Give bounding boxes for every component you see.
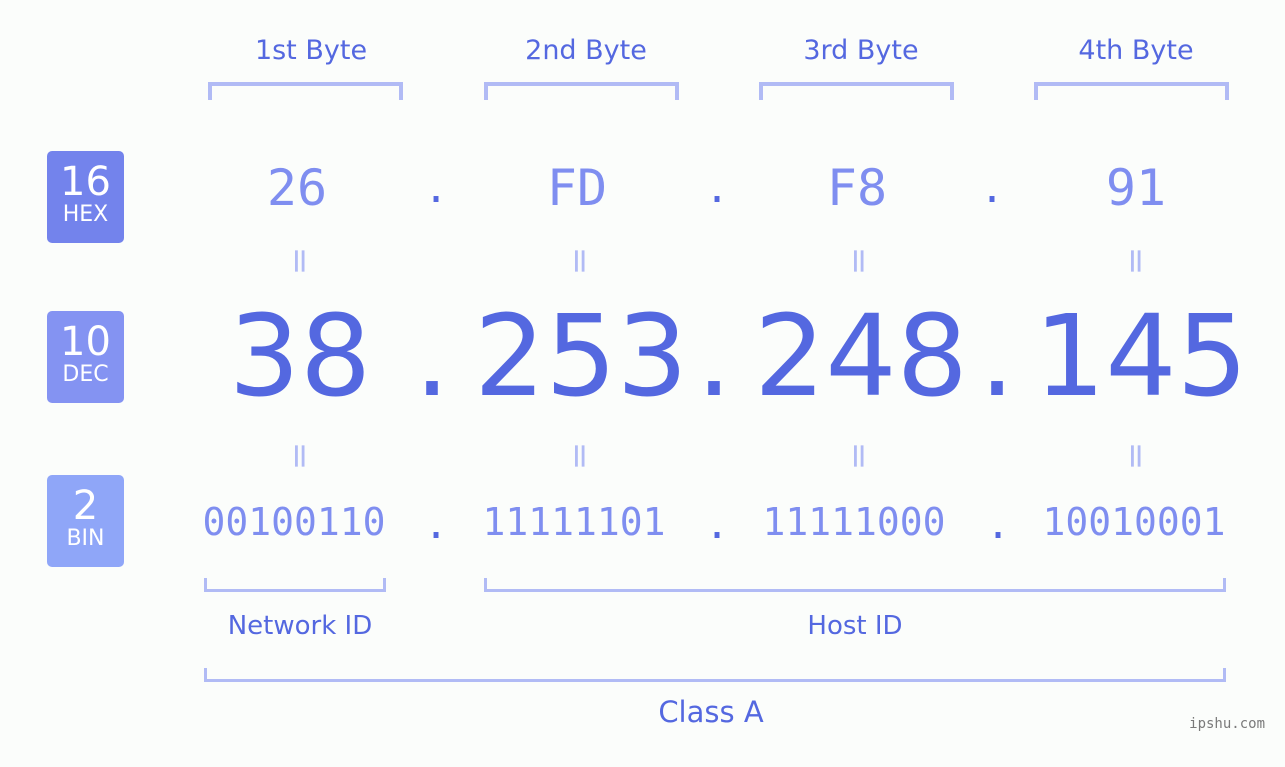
- equals-icon: =: [560, 441, 600, 471]
- bin-byte-1: 00100110: [202, 500, 386, 544]
- equals-icon: =: [280, 441, 320, 471]
- bin-dot-2: .: [704, 502, 730, 548]
- hex-dot-1: .: [423, 166, 449, 212]
- bin-base-number: 2: [72, 483, 99, 529]
- hex-base-label: HEX: [62, 202, 109, 227]
- equals-icon: =: [839, 441, 879, 471]
- equals-icon: =: [1116, 246, 1156, 276]
- bin-byte-3: 11111000: [762, 500, 946, 544]
- network-id-label: Network ID: [227, 611, 373, 641]
- byte-bracket-2: [484, 82, 679, 100]
- dec-byte-1: 38: [228, 292, 372, 422]
- byte-label-1: 1st Byte: [254, 35, 368, 66]
- byte-label-4: 4th Byte: [1078, 35, 1194, 66]
- hex-base-number: 16: [60, 159, 111, 205]
- class-bracket: [204, 668, 1226, 682]
- dec-byte-4: 145: [1034, 292, 1248, 422]
- dec-dot-1: .: [414, 292, 450, 422]
- dec-byte-2: 253: [474, 292, 688, 422]
- hex-dot-3: .: [979, 166, 1005, 212]
- bin-byte-2: 11111101: [482, 500, 666, 544]
- equals-icon: =: [560, 246, 600, 276]
- hex-byte-4: 91: [1105, 159, 1167, 217]
- bin-base-label: BIN: [66, 526, 105, 551]
- bin-byte-4: 10010001: [1042, 500, 1226, 544]
- hex-badge: 16 HEX: [47, 151, 124, 243]
- bin-badge: 2 BIN: [47, 475, 124, 567]
- hex-byte-1: 26: [266, 159, 328, 217]
- byte-label-3: 3rd Byte: [803, 35, 919, 66]
- equals-icon: =: [280, 246, 320, 276]
- hex-dot-2: .: [704, 166, 730, 212]
- byte-bracket-3: [759, 82, 954, 100]
- dec-badge: 10 DEC: [47, 311, 124, 403]
- byte-bracket-1: [208, 82, 403, 100]
- hex-byte-3: F8: [826, 159, 888, 217]
- dec-byte-3: 248: [754, 292, 968, 422]
- watermark: ipshu.com: [1189, 716, 1265, 732]
- byte-bracket-4: [1034, 82, 1229, 100]
- hex-byte-2: FD: [546, 159, 608, 217]
- network-id-bracket: [204, 578, 386, 592]
- dec-base-number: 10: [60, 319, 111, 365]
- dec-base-label: DEC: [62, 362, 109, 387]
- bin-dot-3: .: [985, 502, 1011, 548]
- byte-label-2: 2nd Byte: [525, 35, 647, 66]
- equals-icon: =: [839, 246, 879, 276]
- bin-dot-1: .: [423, 502, 449, 548]
- dec-dot-3: .: [979, 292, 1015, 422]
- host-id-label: Host ID: [807, 611, 903, 641]
- class-label: Class A: [658, 695, 764, 729]
- host-id-bracket: [484, 578, 1226, 592]
- equals-icon: =: [1116, 441, 1156, 471]
- dec-dot-2: .: [696, 292, 732, 422]
